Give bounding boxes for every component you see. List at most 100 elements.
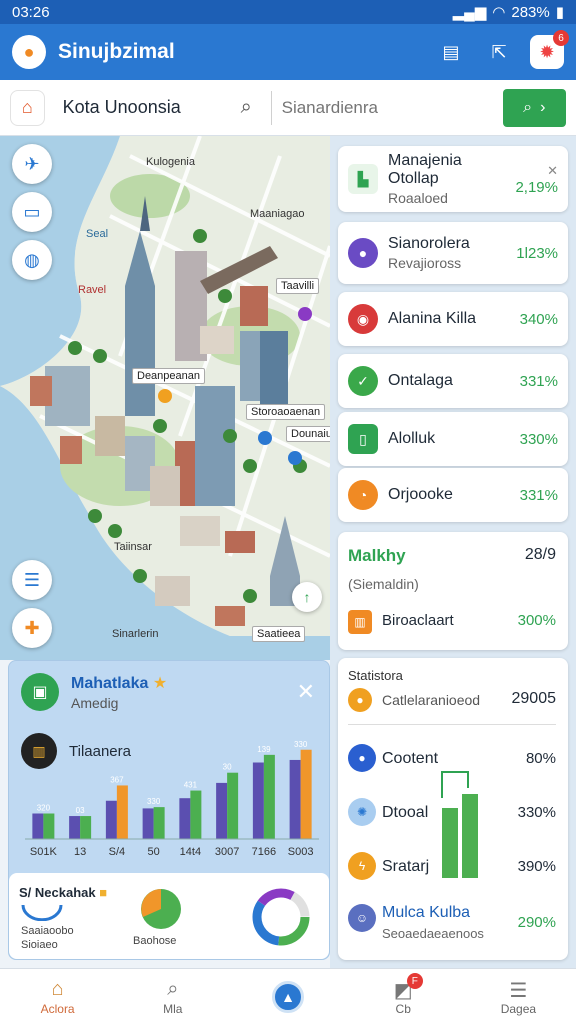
- stats-row-label: Dtooal: [382, 804, 429, 821]
- stats-mini-bars: [441, 771, 478, 878]
- mini-stats-card[interactable]: S/ Neckahak ■ Saaiaoobo Sioiaeo Baohose: [9, 873, 329, 959]
- x-tick-label: S003: [288, 846, 314, 858]
- list-item-subtitle: Revajioross: [388, 255, 462, 271]
- route-button[interactable]: ↑: [292, 582, 322, 612]
- location-label[interactable]: Kota Unoonsia: [63, 97, 226, 118]
- list-button[interactable]: ☰: [12, 560, 52, 600]
- map-icon: ▙: [348, 164, 378, 194]
- malkhy-card[interactable]: Malkhy 28/9 (Siemaldin) ▥ Biroaclaart 30…: [338, 532, 568, 650]
- nav-label: Dagea: [500, 1001, 537, 1016]
- x-tick-label: S/4: [109, 846, 126, 858]
- list-item[interactable]: ▙ Manajenia Otollap Roaaloed ✕ 2,19%: [338, 146, 568, 212]
- bar-value-label: 367: [110, 775, 124, 784]
- map-callout-1[interactable]: Deanpeanan: [132, 368, 206, 384]
- bar-series-2: [116, 785, 128, 839]
- list-item-value: 331%: [519, 372, 558, 390]
- bar-series-2: [153, 807, 165, 839]
- stats-row-value: 330%: [517, 804, 556, 821]
- list-item[interactable]: ✓ Ontalaga 331%: [338, 354, 568, 408]
- chart-panel-title: Mahatlaka ★: [71, 673, 167, 693]
- globe-button[interactable]: ◍: [12, 240, 52, 280]
- nav-label: Cb: [395, 1001, 411, 1016]
- bar-series-2: [300, 749, 312, 839]
- list-item[interactable]: ◉ Alanina Killa 340%: [338, 292, 568, 346]
- notifications-button[interactable]: ✹ 6: [530, 30, 569, 69]
- bar-series-1: [142, 808, 154, 839]
- mini-pie-label: Baohose: [133, 935, 177, 947]
- map-callout-2[interactable]: Storoaoaenan: [246, 404, 326, 420]
- x-tick-label: 14t4: [180, 846, 201, 858]
- search-icon[interactable]: ⌕: [232, 96, 261, 119]
- stats-row-label: Cootent: [382, 750, 439, 767]
- x-tick-label: 50: [148, 846, 160, 858]
- stats-row-value: 80%: [525, 750, 556, 767]
- share-button[interactable]: ⇱: [482, 35, 516, 69]
- bar-series-1: [105, 800, 117, 839]
- chart-panel[interactable]: ▣ Mahatlaka ★ Amedig ✕ ▥ Tilaanera 320 S0…: [8, 660, 330, 960]
- map-label-ravel: Ravel: [78, 284, 107, 296]
- bar-series-2: [190, 790, 202, 839]
- nav-search[interactable]: ⌕ Mla: [115, 969, 230, 1024]
- compass-icon: ✈: [24, 153, 40, 174]
- bar-series-1: [252, 762, 264, 839]
- location-button[interactable]: ⌂: [10, 89, 45, 126]
- briefcase-icon: ▣: [21, 673, 59, 711]
- map-label-area-1: Taiinsar: [114, 541, 152, 553]
- home-shape-icon: ⌂: [21, 97, 33, 117]
- malkhy-subtitle: (Siemaldin): [348, 576, 419, 592]
- navigate-button[interactable]: ✈: [12, 144, 52, 184]
- list-item-title: Ontalaga: [388, 372, 453, 389]
- search-row: ⌂ Kota Unoonsia ⌕ ⌕ ›: [0, 80, 576, 136]
- bar-value-label: 320: [37, 804, 51, 813]
- bar-series-1: [289, 759, 301, 839]
- list-item-value: 331%: [519, 486, 558, 504]
- city-map[interactable]: ✈ ▭ ◍ ☰ ✚ ↑ Seal Ravel Kulogenia Maaniag…: [0, 136, 330, 660]
- bell-icon: ✹: [539, 41, 555, 62]
- search-input[interactable]: [281, 97, 503, 118]
- x-tick-label: 3007: [215, 846, 239, 858]
- list-item[interactable]: ● Sianorolera Revajioross 1l23%: [338, 222, 568, 284]
- bolt-icon: ϟ: [348, 852, 376, 880]
- layers-button[interactable]: ▭: [12, 192, 52, 232]
- stats-header-label: Catlelaranioeod: [382, 692, 481, 708]
- app-bar: ● Sinujbzimal ▤ ⇱ ✹ 6: [0, 24, 576, 80]
- malkhy-title: Malkhy: [348, 546, 406, 565]
- calendar-button[interactable]: ▤: [434, 35, 468, 69]
- stats-row-value: 390%: [517, 858, 556, 875]
- globe-icon: ◍: [24, 249, 40, 270]
- list-item-value: 1l23%: [516, 244, 558, 262]
- stats-card[interactable]: Statistora ● Catlelaranioeod 29005 ● Coo…: [338, 658, 568, 960]
- malkhy-score: 28/9: [524, 546, 556, 563]
- nav-label: Aclora: [40, 1001, 75, 1016]
- map-callout-3[interactable]: Dounaiuo: [286, 426, 330, 442]
- app-logo-icon: ●: [12, 35, 46, 69]
- search-icon: ⌕: [523, 98, 533, 116]
- nav-home[interactable]: ⌂ Aclora: [0, 969, 115, 1024]
- donut-chart-icon: [252, 888, 310, 946]
- malkhy-item-value: 300%: [517, 612, 556, 629]
- stats-row-label: Mulca Kulba: [382, 904, 471, 921]
- map-pin-label-1[interactable]: Taavilli: [276, 278, 320, 294]
- close-icon[interactable]: ✕: [547, 163, 558, 179]
- calendar-icon: ▤: [442, 41, 460, 62]
- battery-level: 283%: [511, 3, 550, 21]
- signal-icon: ▂▄▆: [452, 4, 487, 21]
- plus-button[interactable]: ✚: [12, 608, 52, 648]
- chart-icon: ▥: [348, 610, 372, 634]
- nav-messages[interactable]: ◩ F Cb: [346, 969, 461, 1024]
- search-go-button[interactable]: ⌕ ›: [502, 88, 566, 127]
- bar-series-2: [80, 816, 92, 839]
- close-icon[interactable]: ✕: [297, 679, 315, 705]
- search-icon: ⌕: [167, 977, 179, 1000]
- list-item[interactable]: ◔ Orjoooke 331%: [338, 468, 568, 522]
- list-item[interactable]: ▯ Alolluk 330%: [338, 412, 568, 466]
- list-item-title: Alanina Killa: [388, 310, 477, 327]
- battery-icon: ▮: [555, 4, 564, 21]
- nav-location[interactable]: ▲: [230, 969, 345, 1024]
- mini-sub-2: Sioiaeo: [21, 939, 58, 951]
- map-label-area-3[interactable]: Saatieea: [252, 626, 306, 642]
- nav-label: Mla: [163, 1001, 183, 1016]
- route-icon: ↑: [303, 589, 311, 605]
- nav-menu[interactable]: ☰ Dagea: [461, 969, 576, 1024]
- bottom-nav: ⌂ Aclora ⌕ Mla ▲ ◩ F Cb ☰ Dagea: [0, 968, 576, 1024]
